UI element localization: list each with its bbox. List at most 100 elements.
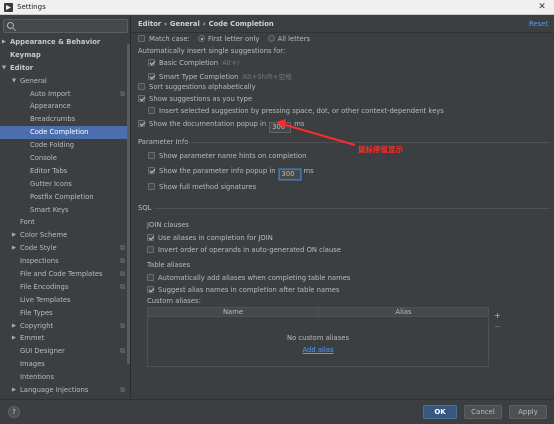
collapse-arrow-icon[interactable]: ▶: [0, 36, 8, 49]
param-popup-checkbox[interactable]: [148, 167, 155, 174]
sidebar-item-label: Console: [30, 154, 57, 163]
smart-type-checkbox[interactable]: [148, 73, 155, 80]
sql-heading: SQL: [138, 204, 152, 212]
sidebar-item-editor[interactable]: ▼ Editor: [0, 62, 128, 75]
collapse-arrow-icon[interactable]: ▶: [10, 229, 18, 242]
sidebar-item-inspections[interactable]: Inspections ⧉: [0, 255, 128, 268]
sidebar-item-label: Appearance & Behavior: [10, 38, 101, 46]
sidebar-item-breadcrumbs[interactable]: Breadcrumbs: [0, 113, 128, 126]
settings-search-input[interactable]: [3, 19, 128, 33]
first-letter-radio[interactable]: [198, 35, 205, 42]
custom-aliases-label: Custom aliases:: [147, 297, 201, 305]
close-icon[interactable]: ✕: [530, 0, 554, 15]
sidebar-item-label: Intentions: [20, 373, 55, 382]
project-settings-icon: ⧉: [120, 282, 125, 291]
param-hints-checkbox[interactable]: [148, 152, 155, 159]
collapse-arrow-icon[interactable]: ▶: [10, 242, 18, 255]
help-icon[interactable]: ?: [8, 406, 20, 418]
sidebar-item-file-encodings[interactable]: File Encodings ⧉: [0, 281, 128, 294]
collapse-arrow-icon[interactable]: ▶: [10, 384, 18, 397]
sidebar-item-file-types[interactable]: File Types: [0, 307, 128, 320]
auto-add-aliases-label: Automatically add aliases when completin…: [158, 274, 351, 282]
sidebar-item-postfix-completion[interactable]: Postfix Completion: [0, 191, 128, 204]
sidebar-item-label: File Encodings: [20, 282, 69, 291]
remove-alias-icon[interactable]: −: [494, 322, 501, 331]
sidebar-item-appearance-behavior[interactable]: ▶ Appearance & Behavior: [0, 36, 128, 49]
first-letter-label: First letter only: [208, 35, 260, 43]
match-case-label: Match case:: [149, 35, 190, 43]
doc-popup-checkbox[interactable]: [138, 120, 145, 127]
sidebar-item-console[interactable]: Console: [0, 152, 128, 165]
full-signatures-row: Show full method signatures: [148, 183, 256, 191]
doc-popup-delay-input[interactable]: 300: [269, 122, 292, 133]
sidebar-item-font[interactable]: Font: [0, 216, 128, 229]
full-signatures-label: Show full method signatures: [159, 183, 257, 191]
all-letters-radio[interactable]: [267, 35, 275, 42]
param-popup-delay-input[interactable]: 300: [278, 169, 301, 180]
sort-alpha-row: Sort suggestions alphabetically: [138, 83, 256, 91]
expand-arrow-icon[interactable]: ▼: [0, 62, 8, 75]
custom-aliases-table: Name Alias No custom aliases Add alias: [147, 307, 489, 367]
insert-selected-checkbox[interactable]: [148, 107, 155, 114]
breadcrumb-separator: ›: [202, 20, 206, 28]
ok-button[interactable]: OK: [423, 405, 457, 419]
sort-alpha-checkbox[interactable]: [138, 83, 145, 90]
apply-button[interactable]: Apply: [509, 405, 547, 419]
sidebar-item-editor-tabs[interactable]: Editor Tabs: [0, 165, 128, 178]
sidebar-item-code-folding[interactable]: Code Folding: [0, 139, 128, 152]
sidebar-item-label: Gutter Icons: [30, 179, 72, 188]
collapse-arrow-icon[interactable]: ▶: [10, 320, 18, 333]
basic-completion-row: Basic Completion Alt+/: [148, 59, 239, 67]
sidebar-item-color-scheme[interactable]: ▶ Color Scheme: [0, 229, 128, 242]
sidebar-item-live-templates[interactable]: Live Templates: [0, 294, 128, 307]
full-signatures-checkbox[interactable]: [148, 183, 155, 190]
add-alias-icon[interactable]: +: [494, 311, 501, 320]
param-hints-row: Show parameter name hints on completion: [148, 152, 306, 160]
project-settings-icon: ⧉: [120, 257, 125, 266]
sidebar-item-copyright[interactable]: ▶ Copyright ⧉: [0, 320, 128, 333]
show-as-you-type-row: Show suggestions as you type: [138, 95, 252, 103]
sidebar-item-gutter-icons[interactable]: Gutter Icons: [0, 178, 128, 191]
sidebar-item-keymap[interactable]: Keymap: [0, 49, 128, 62]
sort-alpha-label: Sort suggestions alphabetically: [149, 83, 256, 91]
sidebar-item-appearance[interactable]: Appearance: [0, 100, 128, 113]
reset-link[interactable]: Reset: [529, 20, 548, 28]
use-aliases-join-checkbox[interactable]: [147, 234, 154, 241]
param-hints-label: Show parameter name hints on completion: [159, 152, 307, 160]
sidebar-item-general[interactable]: ▼ General: [0, 75, 128, 88]
sidebar-item-label: Color Scheme: [20, 231, 68, 240]
sidebar-item-label: Code Folding: [30, 141, 75, 150]
sidebar-item-emmet[interactable]: ▶ Emmet: [0, 332, 128, 345]
add-alias-link[interactable]: Add alias: [148, 346, 488, 354]
table-aliases-heading: Table aliases: [147, 261, 191, 269]
sidebar-item-label: Images: [20, 360, 45, 369]
sidebar-item-code-completion[interactable]: Code Completion: [0, 126, 128, 140]
show-as-you-type-checkbox[interactable]: [138, 95, 145, 102]
sidebar-item-label: Appearance: [30, 102, 71, 111]
sidebar-item-intentions[interactable]: Intentions: [0, 371, 128, 384]
settings-sidebar: ▶ Appearance & Behavior Keymap ▼ Editor ▼ Gene…: [0, 16, 131, 398]
smart-type-shortcut: Alt+Shift+空格: [242, 73, 293, 81]
sidebar-item-label: Font: [20, 218, 35, 227]
sidebar-item-language-injections[interactable]: ▶ Language Injections ⧉: [0, 384, 128, 397]
sidebar-item-images[interactable]: Images: [0, 358, 128, 371]
sidebar-item-auto-import[interactable]: Auto Import ⧉: [0, 88, 128, 101]
column-header-name[interactable]: Name: [148, 308, 318, 317]
sidebar-scrollbar[interactable]: [127, 44, 130, 364]
collapse-arrow-icon[interactable]: ▶: [10, 332, 18, 345]
invert-order-checkbox[interactable]: [147, 246, 154, 253]
column-header-alias[interactable]: Alias: [318, 308, 488, 317]
suggest-alias-checkbox[interactable]: [147, 286, 154, 293]
sidebar-item-code-style[interactable]: ▶ Code Style ⧉: [0, 242, 128, 255]
auto-add-aliases-checkbox[interactable]: [147, 274, 154, 281]
basic-completion-checkbox[interactable]: [148, 59, 155, 66]
match-case-checkbox[interactable]: [138, 35, 145, 42]
sidebar-item-gui-designer[interactable]: GUI Designer ⧉: [0, 345, 128, 358]
sidebar-item-file-and-code-templates[interactable]: File and Code Templates ⧉: [0, 268, 128, 281]
project-settings-icon: ⧉: [120, 386, 125, 395]
expand-arrow-icon[interactable]: ▼: [10, 75, 18, 88]
basic-completion-shortcut: Alt+/: [222, 59, 240, 67]
cancel-button[interactable]: Cancel: [464, 405, 502, 419]
sidebar-item-smart-keys[interactable]: Smart Keys: [0, 204, 128, 217]
intellij-app-icon: [4, 3, 13, 12]
